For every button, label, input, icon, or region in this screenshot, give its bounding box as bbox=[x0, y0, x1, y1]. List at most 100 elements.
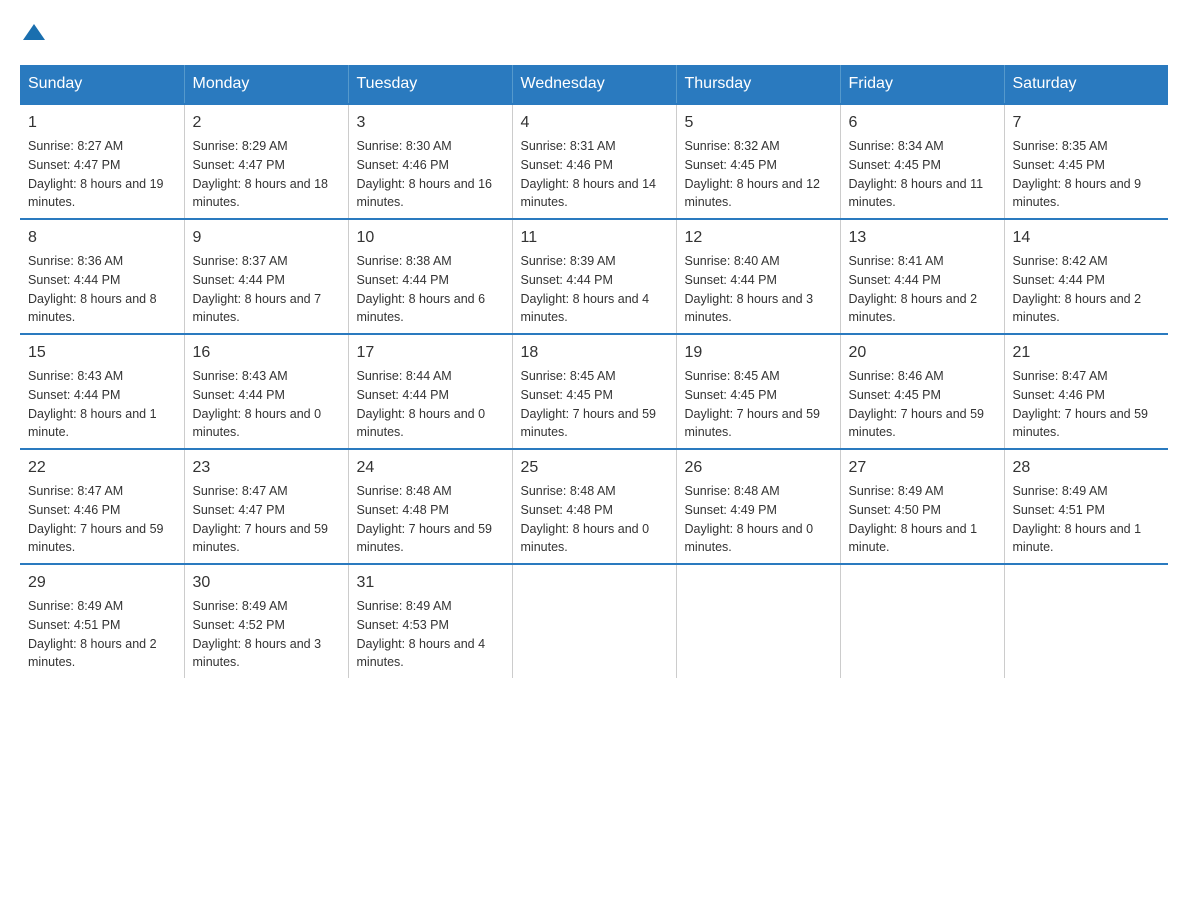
day-info: Sunrise: 8:41 AMSunset: 4:44 PMDaylight:… bbox=[849, 252, 996, 327]
day-number: 18 bbox=[521, 341, 668, 365]
day-number: 6 bbox=[849, 111, 996, 135]
calendar-header-row: SundayMondayTuesdayWednesdayThursdayFrid… bbox=[20, 65, 1168, 104]
day-number: 4 bbox=[521, 111, 668, 135]
logo bbox=[20, 20, 45, 45]
calendar-week-row: 15Sunrise: 8:43 AMSunset: 4:44 PMDayligh… bbox=[20, 334, 1168, 449]
day-info: Sunrise: 8:47 AMSunset: 4:46 PMDaylight:… bbox=[1013, 367, 1161, 442]
header-sunday: Sunday bbox=[20, 65, 184, 104]
day-info: Sunrise: 8:43 AMSunset: 4:44 PMDaylight:… bbox=[28, 367, 176, 442]
day-info: Sunrise: 8:44 AMSunset: 4:44 PMDaylight:… bbox=[357, 367, 504, 442]
day-info: Sunrise: 8:42 AMSunset: 4:44 PMDaylight:… bbox=[1013, 252, 1161, 327]
day-number: 8 bbox=[28, 226, 176, 250]
calendar-cell: 22Sunrise: 8:47 AMSunset: 4:46 PMDayligh… bbox=[20, 449, 184, 564]
calendar-cell: 4Sunrise: 8:31 AMSunset: 4:46 PMDaylight… bbox=[512, 104, 676, 219]
header-friday: Friday bbox=[840, 65, 1004, 104]
day-number: 29 bbox=[28, 571, 176, 595]
calendar-cell: 17Sunrise: 8:44 AMSunset: 4:44 PMDayligh… bbox=[348, 334, 512, 449]
calendar-week-row: 1Sunrise: 8:27 AMSunset: 4:47 PMDaylight… bbox=[20, 104, 1168, 219]
calendar-cell: 31Sunrise: 8:49 AMSunset: 4:53 PMDayligh… bbox=[348, 564, 512, 678]
day-number: 28 bbox=[1013, 456, 1161, 480]
day-number: 5 bbox=[685, 111, 832, 135]
day-info: Sunrise: 8:48 AMSunset: 4:48 PMDaylight:… bbox=[521, 482, 668, 557]
day-number: 27 bbox=[849, 456, 996, 480]
page-header bbox=[20, 20, 1168, 45]
calendar-cell: 13Sunrise: 8:41 AMSunset: 4:44 PMDayligh… bbox=[840, 219, 1004, 334]
day-info: Sunrise: 8:36 AMSunset: 4:44 PMDaylight:… bbox=[28, 252, 176, 327]
calendar-cell: 7Sunrise: 8:35 AMSunset: 4:45 PMDaylight… bbox=[1004, 104, 1168, 219]
calendar-cell: 15Sunrise: 8:43 AMSunset: 4:44 PMDayligh… bbox=[20, 334, 184, 449]
day-number: 21 bbox=[1013, 341, 1161, 365]
calendar-cell: 1Sunrise: 8:27 AMSunset: 4:47 PMDaylight… bbox=[20, 104, 184, 219]
calendar-cell: 28Sunrise: 8:49 AMSunset: 4:51 PMDayligh… bbox=[1004, 449, 1168, 564]
day-number: 11 bbox=[521, 226, 668, 250]
day-info: Sunrise: 8:47 AMSunset: 4:47 PMDaylight:… bbox=[193, 482, 340, 557]
calendar-week-row: 8Sunrise: 8:36 AMSunset: 4:44 PMDaylight… bbox=[20, 219, 1168, 334]
calendar-cell: 25Sunrise: 8:48 AMSunset: 4:48 PMDayligh… bbox=[512, 449, 676, 564]
header-saturday: Saturday bbox=[1004, 65, 1168, 104]
calendar-cell: 19Sunrise: 8:45 AMSunset: 4:45 PMDayligh… bbox=[676, 334, 840, 449]
calendar-cell: 6Sunrise: 8:34 AMSunset: 4:45 PMDaylight… bbox=[840, 104, 1004, 219]
day-info: Sunrise: 8:27 AMSunset: 4:47 PMDaylight:… bbox=[28, 137, 176, 212]
calendar-cell: 16Sunrise: 8:43 AMSunset: 4:44 PMDayligh… bbox=[184, 334, 348, 449]
day-info: Sunrise: 8:32 AMSunset: 4:45 PMDaylight:… bbox=[685, 137, 832, 212]
calendar-table: SundayMondayTuesdayWednesdayThursdayFrid… bbox=[20, 65, 1168, 678]
day-info: Sunrise: 8:49 AMSunset: 4:52 PMDaylight:… bbox=[193, 597, 340, 672]
calendar-cell: 26Sunrise: 8:48 AMSunset: 4:49 PMDayligh… bbox=[676, 449, 840, 564]
day-number: 10 bbox=[357, 226, 504, 250]
day-number: 24 bbox=[357, 456, 504, 480]
day-number: 9 bbox=[193, 226, 340, 250]
day-info: Sunrise: 8:49 AMSunset: 4:50 PMDaylight:… bbox=[849, 482, 996, 557]
calendar-cell: 24Sunrise: 8:48 AMSunset: 4:48 PMDayligh… bbox=[348, 449, 512, 564]
day-info: Sunrise: 8:46 AMSunset: 4:45 PMDaylight:… bbox=[849, 367, 996, 442]
day-number: 12 bbox=[685, 226, 832, 250]
day-number: 17 bbox=[357, 341, 504, 365]
day-info: Sunrise: 8:37 AMSunset: 4:44 PMDaylight:… bbox=[193, 252, 340, 327]
header-thursday: Thursday bbox=[676, 65, 840, 104]
day-info: Sunrise: 8:47 AMSunset: 4:46 PMDaylight:… bbox=[28, 482, 176, 557]
calendar-cell bbox=[676, 564, 840, 678]
logo-triangle-icon bbox=[23, 22, 45, 44]
day-info: Sunrise: 8:49 AMSunset: 4:51 PMDaylight:… bbox=[1013, 482, 1161, 557]
day-number: 15 bbox=[28, 341, 176, 365]
day-number: 19 bbox=[685, 341, 832, 365]
day-number: 25 bbox=[521, 456, 668, 480]
day-info: Sunrise: 8:43 AMSunset: 4:44 PMDaylight:… bbox=[193, 367, 340, 442]
calendar-cell: 29Sunrise: 8:49 AMSunset: 4:51 PMDayligh… bbox=[20, 564, 184, 678]
day-info: Sunrise: 8:45 AMSunset: 4:45 PMDaylight:… bbox=[521, 367, 668, 442]
day-info: Sunrise: 8:39 AMSunset: 4:44 PMDaylight:… bbox=[521, 252, 668, 327]
day-info: Sunrise: 8:45 AMSunset: 4:45 PMDaylight:… bbox=[685, 367, 832, 442]
header-monday: Monday bbox=[184, 65, 348, 104]
day-info: Sunrise: 8:34 AMSunset: 4:45 PMDaylight:… bbox=[849, 137, 996, 212]
calendar-cell: 10Sunrise: 8:38 AMSunset: 4:44 PMDayligh… bbox=[348, 219, 512, 334]
calendar-cell: 3Sunrise: 8:30 AMSunset: 4:46 PMDaylight… bbox=[348, 104, 512, 219]
day-number: 23 bbox=[193, 456, 340, 480]
day-number: 20 bbox=[849, 341, 996, 365]
calendar-cell: 9Sunrise: 8:37 AMSunset: 4:44 PMDaylight… bbox=[184, 219, 348, 334]
day-number: 26 bbox=[685, 456, 832, 480]
calendar-cell: 11Sunrise: 8:39 AMSunset: 4:44 PMDayligh… bbox=[512, 219, 676, 334]
day-info: Sunrise: 8:31 AMSunset: 4:46 PMDaylight:… bbox=[521, 137, 668, 212]
day-info: Sunrise: 8:30 AMSunset: 4:46 PMDaylight:… bbox=[357, 137, 504, 212]
calendar-cell bbox=[840, 564, 1004, 678]
day-number: 30 bbox=[193, 571, 340, 595]
calendar-cell bbox=[512, 564, 676, 678]
day-info: Sunrise: 8:49 AMSunset: 4:51 PMDaylight:… bbox=[28, 597, 176, 672]
calendar-cell: 14Sunrise: 8:42 AMSunset: 4:44 PMDayligh… bbox=[1004, 219, 1168, 334]
day-number: 13 bbox=[849, 226, 996, 250]
day-info: Sunrise: 8:40 AMSunset: 4:44 PMDaylight:… bbox=[685, 252, 832, 327]
calendar-week-row: 22Sunrise: 8:47 AMSunset: 4:46 PMDayligh… bbox=[20, 449, 1168, 564]
day-info: Sunrise: 8:38 AMSunset: 4:44 PMDaylight:… bbox=[357, 252, 504, 327]
day-info: Sunrise: 8:49 AMSunset: 4:53 PMDaylight:… bbox=[357, 597, 504, 672]
calendar-cell: 20Sunrise: 8:46 AMSunset: 4:45 PMDayligh… bbox=[840, 334, 1004, 449]
calendar-cell: 27Sunrise: 8:49 AMSunset: 4:50 PMDayligh… bbox=[840, 449, 1004, 564]
calendar-cell bbox=[1004, 564, 1168, 678]
calendar-cell: 21Sunrise: 8:47 AMSunset: 4:46 PMDayligh… bbox=[1004, 334, 1168, 449]
calendar-cell: 18Sunrise: 8:45 AMSunset: 4:45 PMDayligh… bbox=[512, 334, 676, 449]
day-number: 1 bbox=[28, 111, 176, 135]
day-info: Sunrise: 8:29 AMSunset: 4:47 PMDaylight:… bbox=[193, 137, 340, 212]
calendar-cell: 2Sunrise: 8:29 AMSunset: 4:47 PMDaylight… bbox=[184, 104, 348, 219]
day-info: Sunrise: 8:35 AMSunset: 4:45 PMDaylight:… bbox=[1013, 137, 1161, 212]
header-tuesday: Tuesday bbox=[348, 65, 512, 104]
header-wednesday: Wednesday bbox=[512, 65, 676, 104]
calendar-cell: 5Sunrise: 8:32 AMSunset: 4:45 PMDaylight… bbox=[676, 104, 840, 219]
